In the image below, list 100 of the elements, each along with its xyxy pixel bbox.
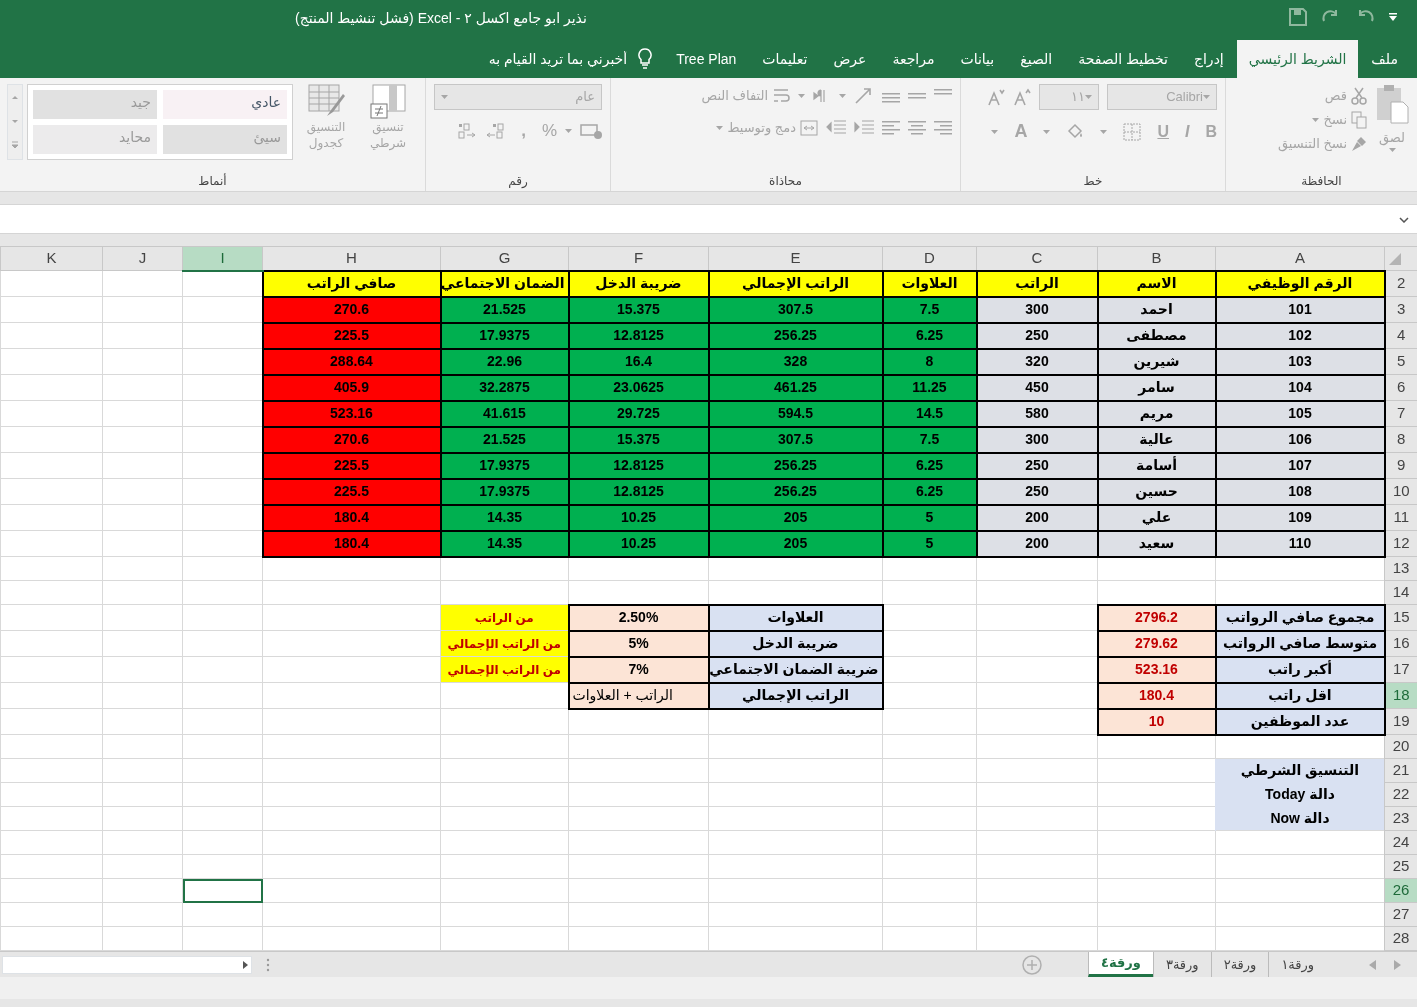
rate-note: من الراتب الإجمالي — [440, 630, 569, 657]
table-cell: 225.5 — [262, 452, 441, 479]
column-header[interactable]: K — [0, 246, 103, 271]
column-header[interactable]: C — [976, 246, 1098, 271]
summary-value: 279.62 — [1097, 630, 1216, 657]
cell-style-option[interactable]: عادي — [163, 90, 287, 119]
table-cell: 29.725 — [568, 400, 709, 427]
column-heading: الراتب — [976, 270, 1098, 297]
table-cell: 14.5 — [882, 400, 977, 427]
row-header[interactable]: 21 — [1384, 758, 1417, 783]
table-cell: 200 — [976, 504, 1098, 531]
table-cell: 225.5 — [262, 478, 441, 505]
table-cell: 17.9375 — [440, 452, 569, 479]
ribbon-tab[interactable]: تعليمات — [749, 40, 821, 78]
row-header[interactable]: 20 — [1384, 734, 1417, 759]
row-header[interactable]: 14 — [1384, 580, 1417, 605]
row-header[interactable]: 26 — [1384, 878, 1417, 903]
table-cell: سامر — [1097, 374, 1216, 401]
summary-label: متوسط صافي الرواتب — [1215, 630, 1385, 657]
column-heading: الاسم — [1097, 270, 1216, 297]
table-cell: 101 — [1215, 296, 1385, 323]
rate-label: ضريبة الدخل — [708, 630, 883, 657]
summary-label: مجموع صافي الرواتب — [1215, 604, 1385, 631]
ribbon-tab[interactable]: الشريط الرئيسي — [1236, 40, 1359, 78]
ribbon-tab[interactable]: الصيغ — [1007, 40, 1066, 78]
summary-value: 2796.2 — [1097, 604, 1216, 631]
column-heading: ضريبة الدخل — [568, 270, 709, 297]
row-header[interactable]: 13 — [1384, 556, 1417, 581]
row-header[interactable]: 27 — [1384, 902, 1417, 927]
table-cell: شيرين — [1097, 348, 1216, 375]
table-cell: 22.96 — [440, 348, 569, 375]
table-cell: 102 — [1215, 322, 1385, 349]
column-header[interactable]: D — [882, 246, 977, 271]
rate-value: الراتب + العلاوات — [568, 682, 709, 709]
table-cell: 180.4 — [262, 504, 441, 531]
table-cell: 250 — [976, 478, 1098, 505]
row-header[interactable]: 22 — [1384, 782, 1417, 807]
column-header[interactable]: A — [1215, 246, 1385, 271]
rate-label: ضريبة الضمان الاجتماعي — [708, 656, 883, 683]
column-header[interactable]: J — [102, 246, 183, 271]
table-cell: 104 — [1215, 374, 1385, 401]
table-cell: 180.4 — [262, 530, 441, 557]
table-cell: 8 — [882, 348, 977, 375]
row-header[interactable]: 28 — [1384, 926, 1417, 951]
group-label: الحافظة — [1300, 173, 1343, 190]
column-heading: العلاوات — [882, 270, 977, 297]
table-cell: مريم — [1097, 400, 1216, 427]
table-cell: 12.8125 — [568, 322, 709, 349]
column-header[interactable]: G — [440, 246, 569, 271]
ribbon-tab[interactable]: عرض — [820, 40, 880, 78]
column-header[interactable]: B — [1097, 246, 1216, 271]
table-cell: 5 — [882, 504, 977, 531]
table-cell: سعيد — [1097, 530, 1216, 557]
column-heading: الراتب الإجمالي — [708, 270, 883, 297]
sheet-tab[interactable]: ورقة٤ — [1088, 952, 1153, 977]
summary-value: 10 — [1097, 708, 1216, 735]
table-cell: عالية — [1097, 426, 1216, 453]
column-heading: الرقم الوظيفي — [1215, 270, 1385, 297]
table-cell: 5 — [882, 530, 977, 557]
table-cell: 110 — [1215, 530, 1385, 557]
table-cell: 270.6 — [262, 296, 441, 323]
table-cell: 6.25 — [882, 452, 977, 479]
table-cell: 225.5 — [262, 322, 441, 349]
column-header[interactable]: F — [568, 246, 709, 271]
ribbon-tab[interactable]: بيانات — [947, 40, 1008, 78]
ribbon-tab[interactable]: إدراج — [1180, 40, 1237, 78]
ribbon-tab[interactable]: مراجعة — [879, 40, 948, 78]
table-cell: 205 — [708, 504, 883, 531]
table-cell: 103 — [1215, 348, 1385, 375]
column-header[interactable]: E — [708, 246, 883, 271]
row-header[interactable]: 25 — [1384, 854, 1417, 879]
table-cell: 405.9 — [262, 374, 441, 401]
ribbon-tab[interactable]: تخطيط الصفحة — [1065, 40, 1181, 78]
note-cell: دالة Today — [1215, 782, 1385, 807]
rate-value: 7% — [568, 656, 709, 683]
column-header[interactable]: H — [262, 246, 441, 271]
table-cell: 256.25 — [708, 322, 883, 349]
row-header[interactable]: 24 — [1384, 830, 1417, 855]
group-label: رقم — [507, 173, 529, 190]
ribbon-tab[interactable]: ملف — [1358, 40, 1411, 78]
column-header[interactable]: I — [182, 246, 263, 271]
table-cell: 106 — [1215, 426, 1385, 453]
table-cell: 16.4 — [568, 348, 709, 375]
table-cell: 17.9375 — [440, 478, 569, 505]
row-header[interactable]: 23 — [1384, 806, 1417, 831]
table-cell: 307.5 — [708, 426, 883, 453]
group-label: خط — [1082, 173, 1104, 190]
ribbon-tab[interactable]: Tree Plan — [663, 40, 750, 78]
summary-value: 180.4 — [1097, 682, 1216, 709]
table-cell: 256.25 — [708, 478, 883, 505]
note-cell: التنسيق الشرطي — [1215, 758, 1385, 783]
summary-value: 523.16 — [1097, 656, 1216, 683]
table-cell: 11.25 — [882, 374, 977, 401]
table-cell: 270.6 — [262, 426, 441, 453]
table-cell: 15.375 — [568, 296, 709, 323]
table-cell: علي — [1097, 504, 1216, 531]
table-cell: 300 — [976, 296, 1098, 323]
table-cell: 12.8125 — [568, 478, 709, 505]
column-heading: الضمان الاجتماعي — [440, 270, 569, 297]
table-cell: 307.5 — [708, 296, 883, 323]
